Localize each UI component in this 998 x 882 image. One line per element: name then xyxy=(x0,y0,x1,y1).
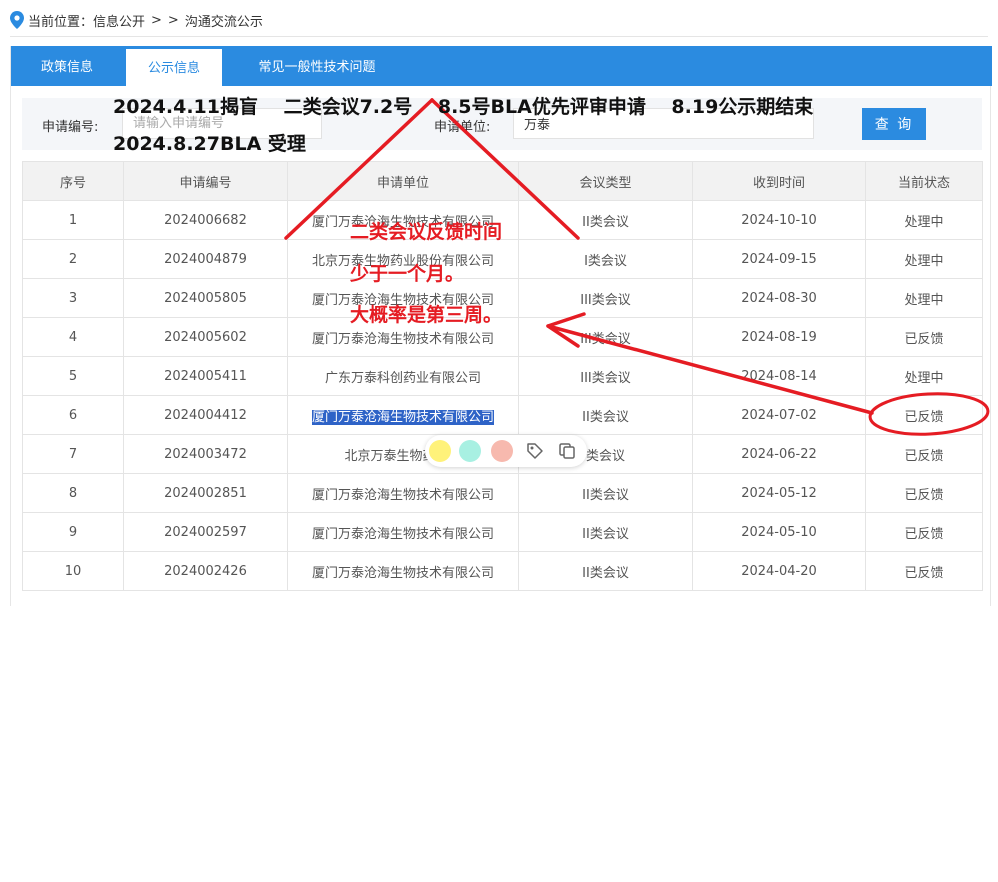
cell-current-status: 已反馈 xyxy=(865,512,983,552)
breadcrumb-current[interactable]: 沟通交流公示 xyxy=(185,11,263,30)
selected-text: 厦门万泰沧海生物技术有限公司 xyxy=(311,409,494,425)
cell-received-date: 2024-08-14 xyxy=(692,356,866,396)
cell-applicant-unit: 广东万泰科创药业有限公司 xyxy=(287,356,519,396)
table-row[interactable]: 4 2024005602 厦门万泰沧海生物技术有限公司 III类会议 2024-08-1… xyxy=(22,317,983,357)
table-row[interactable]: 8 2024002851 厦门万泰沧海生物技术有限公司 II类会议 2024-05-12… xyxy=(22,473,983,513)
table-row[interactable]: 6 2024004412 厦门万泰沧海生物技术有限公司 II类会议 2024-07-02… xyxy=(22,395,983,435)
cell-meeting-type: III类会议 xyxy=(518,278,693,318)
cell-current-status: 处理中 xyxy=(865,200,983,240)
cell-application-number: 2024002597 xyxy=(123,512,288,552)
tab-common-tech-questions[interactable]: 常见一般性技术问题 xyxy=(237,46,397,86)
cell-current-status: 处理中 xyxy=(865,278,983,318)
cell-received-date: 2024-10-10 xyxy=(692,200,866,240)
cell-index: 9 xyxy=(22,512,124,552)
cell-current-status: 已反馈 xyxy=(865,395,983,435)
cell-meeting-type: II类会议 xyxy=(518,551,693,591)
annotation-note-line3: 大概率是第三周。 xyxy=(350,304,503,326)
cell-index: 1 xyxy=(22,200,124,240)
header-index: 序号 xyxy=(22,161,124,201)
highlight-pink-button[interactable] xyxy=(491,440,513,462)
breadcrumb-separator: > xyxy=(151,12,162,28)
query-button[interactable]: 查 询 xyxy=(862,108,926,140)
cell-index: 3 xyxy=(22,278,124,318)
breadcrumb-separator: > xyxy=(167,12,179,28)
header-applicant-unit: 申请单位 xyxy=(287,161,519,201)
table-row[interactable]: 2 2024004879 北京万泰生物药业股份有限公司 I类会议 2024-09-15 处… xyxy=(22,239,983,279)
header-current-status: 当前状态 xyxy=(865,161,983,201)
annotation-note-line1: 二类会议反馈时间 xyxy=(350,221,503,243)
cell-meeting-type: I类会议 xyxy=(518,239,693,279)
cell-meeting-type: III类会议 xyxy=(518,317,693,357)
cell-application-number: 2024006682 xyxy=(123,200,288,240)
annotation-note-line2: 少于一个月。 xyxy=(350,263,465,285)
cell-received-date: 2024-07-02 xyxy=(692,395,866,435)
cell-current-status: 已反馈 xyxy=(865,473,983,513)
annotation-timeline-line1: 2024.4.11揭盲 二类会议7.2号 8.5号BLA优先评审申请 8.19公… xyxy=(113,96,814,118)
cell-current-status: 已反馈 xyxy=(865,551,983,591)
cell-application-number: 2024004412 xyxy=(123,395,288,435)
tab-bar: 政策信息 公示信息 常见一般性技术问题 xyxy=(11,46,992,86)
highlight-yellow-button[interactable] xyxy=(429,440,451,462)
breadcrumb: 当前位置：信息公开 > > 沟通交流公示 xyxy=(10,8,269,32)
highlight-toolbar xyxy=(425,435,587,467)
cell-index: 6 xyxy=(22,395,124,435)
cell-applicant-unit: 厦门万泰沧海生物技术有限公司 xyxy=(287,551,519,591)
cell-application-number: 2024005602 xyxy=(123,317,288,357)
table-row[interactable]: 5 2024005411 广东万泰科创药业有限公司 III类会议 2024-08-14 处… xyxy=(22,356,983,396)
header-meeting-type: 会议类型 xyxy=(518,161,693,201)
table-row[interactable]: 1 2024006682 厦门万泰沧海生物技术有限公司 II类会议 2024-10-10… xyxy=(22,200,983,240)
cell-meeting-type: III类会议 xyxy=(518,356,693,396)
table-row[interactable]: 9 2024002597 厦门万泰沧海生物技术有限公司 II类会议 2024-05-10… xyxy=(22,512,983,552)
cell-applicant-unit: 厦门万泰沧海生物技术有限公司 xyxy=(287,512,519,552)
cell-index: 7 xyxy=(22,434,124,474)
cell-received-date: 2024-09-15 xyxy=(692,239,866,279)
results-table: 序号 申请编号 申请单位 会议类型 收到时间 当前状态 1 2024006682 厦… xyxy=(22,161,983,591)
application-number-label: 申请编号: xyxy=(42,120,99,135)
tab-public-info[interactable]: 公示信息 xyxy=(126,49,222,86)
cell-application-number: 2024002426 xyxy=(123,551,288,591)
cell-received-date: 2024-05-12 xyxy=(692,473,866,513)
table-row[interactable]: 10 2024002426 厦门万泰沧海生物技术有限公司 II类会议 2024-04-2… xyxy=(22,551,983,591)
cell-applicant-unit: 厦门万泰沧海生物技术有限公司 xyxy=(287,395,519,435)
cell-application-number: 2024004879 xyxy=(123,239,288,279)
location-pin-icon xyxy=(10,11,24,29)
cell-applicant-unit: 厦门万泰沧海生物技术有限公司 xyxy=(287,473,519,513)
copy-icon[interactable] xyxy=(557,441,577,461)
cell-current-status: 已反馈 xyxy=(865,434,983,474)
cell-meeting-type: II类会议 xyxy=(518,473,693,513)
table-header-row: 序号 申请编号 申请单位 会议类型 收到时间 当前状态 xyxy=(22,161,983,201)
cell-index: 5 xyxy=(22,356,124,396)
cell-application-number: 2024002851 xyxy=(123,473,288,513)
cell-current-status: 处理中 xyxy=(865,356,983,396)
cell-meeting-type: II类会议 xyxy=(518,512,693,552)
cell-index: 4 xyxy=(22,317,124,357)
tab-policy-info[interactable]: 政策信息 xyxy=(21,46,113,86)
cell-index: 8 xyxy=(22,473,124,513)
cell-application-number: 2024005411 xyxy=(123,356,288,396)
cell-index: 10 xyxy=(22,551,124,591)
breadcrumb-divider xyxy=(10,36,988,37)
cell-received-date: 2024-06-22 xyxy=(692,434,866,474)
cell-current-status: 已反馈 xyxy=(865,317,983,357)
cell-received-date: 2024-08-30 xyxy=(692,278,866,318)
cell-received-date: 2024-08-19 xyxy=(692,317,866,357)
cell-received-date: 2024-05-10 xyxy=(692,512,866,552)
header-received-date: 收到时间 xyxy=(692,161,866,201)
cell-current-status: 处理中 xyxy=(865,239,983,279)
breadcrumb-prefix: 当前位置：信息公开 xyxy=(28,14,146,30)
cell-application-number: 2024003472 xyxy=(123,434,288,474)
table-row[interactable]: 3 2024005805 厦门万泰沧海生物技术有限公司 III类会议 2024-08-3… xyxy=(22,278,983,318)
annotation-timeline-line2: 2024.8.27BLA 受理 xyxy=(113,133,306,155)
cell-meeting-type: II类会议 xyxy=(518,200,693,240)
highlight-teal-button[interactable] xyxy=(459,440,481,462)
cell-application-number: 2024005805 xyxy=(123,278,288,318)
cell-index: 2 xyxy=(22,239,124,279)
cell-meeting-type: II类会议 xyxy=(518,395,693,435)
cell-received-date: 2024-04-20 xyxy=(692,551,866,591)
header-application-number: 申请编号 xyxy=(123,161,288,201)
tag-icon[interactable] xyxy=(525,441,545,461)
